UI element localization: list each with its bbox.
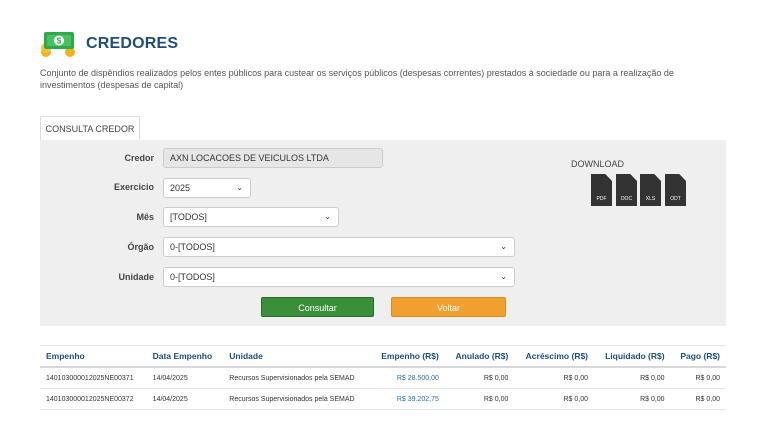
cell-empenho-valor-link[interactable]: R$ 28.500,00 (370, 367, 445, 389)
cell-liquidado: R$ 0,00 (594, 367, 671, 389)
credor-field: AXN LOCACOES DE VEICULOS LTDA (163, 148, 383, 168)
cell-acrescimo: R$ 0,00 (514, 388, 595, 410)
cell-data: 14/04/2025 (146, 367, 224, 389)
col-liquidado[interactable]: Liquidado (R$) (594, 345, 671, 368)
svg-text:$: $ (57, 37, 62, 46)
pdf-label: PDF (596, 196, 607, 202)
odt-file-icon[interactable]: ODT (665, 174, 686, 206)
cell-empenho: 140103000012025NE00372 (40, 388, 147, 410)
xls-file-icon[interactable]: XLS (640, 174, 661, 206)
unidade-select[interactable]: 0-[TODOS] ⌄ (163, 267, 515, 287)
col-acrescimo[interactable]: Acréscimo (R$) (514, 345, 595, 368)
doc-file-icon[interactable]: DOC (616, 174, 637, 206)
cell-pago: R$ 0,00 (670, 388, 726, 410)
mes-value: [TODOS] (170, 212, 207, 222)
orgao-select[interactable]: 0-[TODOS] ⌄ (163, 237, 515, 257)
cell-pago: R$ 0,00 (670, 367, 726, 389)
cell-anulado: R$ 0,00 (444, 388, 515, 410)
table-row: 140103000012025NE00372 14/04/2025 Recurs… (40, 388, 726, 410)
table-header-row: Empenho Data Empenho Unidade Empenho (R$… (40, 345, 726, 368)
col-empenho-valor[interactable]: Empenho (R$) (370, 345, 445, 368)
consultar-button[interactable]: Consultar (261, 297, 374, 317)
empenhos-table: Empenho Data Empenho Unidade Empenho (R$… (40, 345, 726, 410)
cell-data: 14/04/2025 (146, 388, 224, 410)
cell-acrescimo: R$ 0,00 (514, 367, 595, 389)
cell-anulado: R$ 0,00 (444, 367, 515, 389)
xls-label: XLS (645, 196, 656, 202)
col-data-empenho[interactable]: Data Empenho (146, 345, 224, 368)
col-unidade[interactable]: Unidade (223, 345, 371, 368)
chevron-down-icon: ⌄ (236, 183, 243, 192)
chevron-down-icon: ⌄ (500, 242, 507, 251)
doc-label: DOC (620, 196, 633, 202)
chevron-down-icon: ⌄ (324, 212, 331, 221)
tab-consulta-credor[interactable]: CONSULTA CREDOR (40, 116, 140, 140)
col-empenho[interactable]: Empenho (40, 345, 147, 368)
cell-liquidado: R$ 0,00 (594, 388, 671, 410)
page-header: $ CREDORES (40, 30, 178, 58)
pdf-file-icon[interactable]: PDF (591, 174, 612, 206)
cell-empenho: 140103000012025NE00371 (40, 367, 147, 389)
exercicio-label: Exercicio (113, 182, 154, 192)
col-anulado[interactable]: Anulado (R$) (444, 345, 515, 368)
unidade-value: 0-[TODOS] (170, 272, 215, 282)
page-description: Conjunto de dispêndios realizados pelos … (40, 68, 674, 90)
credor-value: AXN LOCACOES DE VEICULOS LTDA (170, 153, 329, 163)
credor-label: Credor (124, 153, 154, 163)
odt-label: ODT (670, 196, 681, 202)
money-icon: $ (40, 30, 78, 58)
mes-select[interactable]: [TODOS] ⌄ (163, 207, 339, 227)
col-pago[interactable]: Pago (R$) (670, 345, 726, 368)
unidade-label: Unidade (118, 272, 154, 282)
chevron-down-icon: ⌄ (500, 272, 507, 281)
cell-unidade: Recursos Supervisionados pela SEMAD (223, 367, 371, 389)
page-title: CREDORES (86, 35, 179, 52)
download-title: DOWNLOAD (571, 159, 625, 169)
voltar-button[interactable]: Voltar (391, 297, 506, 317)
orgao-label: Órgão (127, 242, 154, 252)
cell-empenho-valor-link[interactable]: R$ 39.202,75 (370, 388, 445, 410)
table-row: 140103000012025NE00371 14/04/2025 Recurs… (40, 367, 726, 389)
cell-unidade: Recursos Supervisionados pela SEMAD (223, 388, 371, 410)
orgao-value: 0-[TODOS] (170, 242, 215, 252)
exercicio-select[interactable]: 2025 ⌄ (163, 178, 251, 198)
exercicio-value: 2025 (170, 183, 191, 193)
mes-label: Mês (136, 212, 154, 222)
